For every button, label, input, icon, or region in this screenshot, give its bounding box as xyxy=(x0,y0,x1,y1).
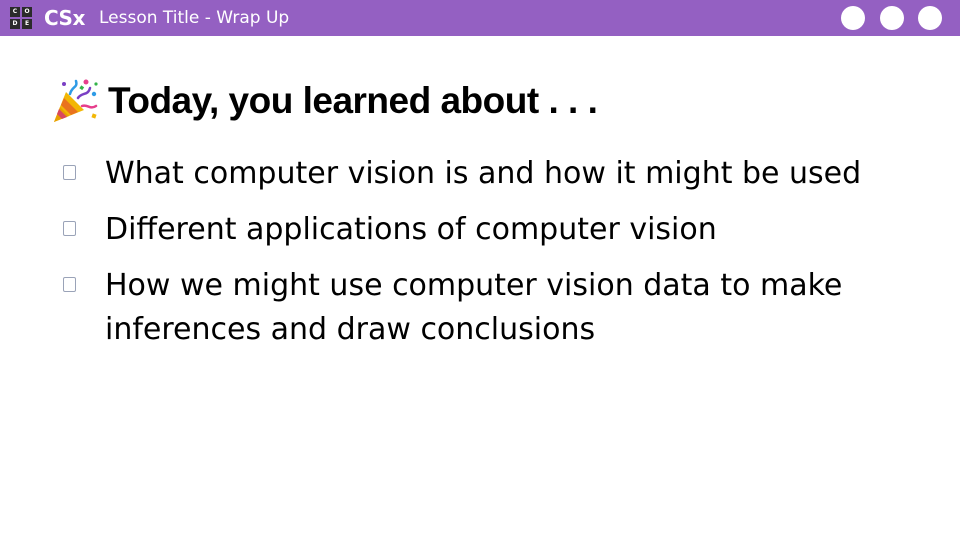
logo-letter: C xyxy=(10,7,20,17)
checkbox-bullet-icon xyxy=(63,221,76,236)
code-logo: C O D E xyxy=(10,7,32,29)
page-title: Today, you learned about . . . xyxy=(108,80,598,121)
checkbox-bullet-icon xyxy=(63,277,76,292)
bullet-text: What computer vision is and how it might… xyxy=(105,156,862,191)
logo-letter: E xyxy=(22,19,32,29)
lesson-title: Lesson Title - Wrap Up xyxy=(99,8,290,28)
party-popper-icon xyxy=(54,79,98,122)
slide-heading: Today, you learned about . . . xyxy=(50,76,598,126)
list-item: Different applications of computer visio… xyxy=(0,208,960,252)
header-dot xyxy=(880,6,904,30)
bullet-text: Different applications of computer visio… xyxy=(105,212,717,247)
header-dot xyxy=(918,6,942,30)
top-bar: C O D E CSx Lesson Title - Wrap Up xyxy=(0,0,960,36)
logo-letter: O xyxy=(22,7,32,17)
bullet-list: What computer vision is and how it might… xyxy=(0,152,960,364)
list-item: What computer vision is and how it might… xyxy=(0,152,960,196)
brand-name: CSx xyxy=(44,6,85,30)
logo-letter: D xyxy=(10,19,20,29)
bullet-text: How we might use computer vision data to… xyxy=(105,268,843,347)
list-item: How we might use computer vision data to… xyxy=(0,264,960,352)
checkbox-bullet-icon xyxy=(63,165,76,180)
header-dot xyxy=(841,6,865,30)
